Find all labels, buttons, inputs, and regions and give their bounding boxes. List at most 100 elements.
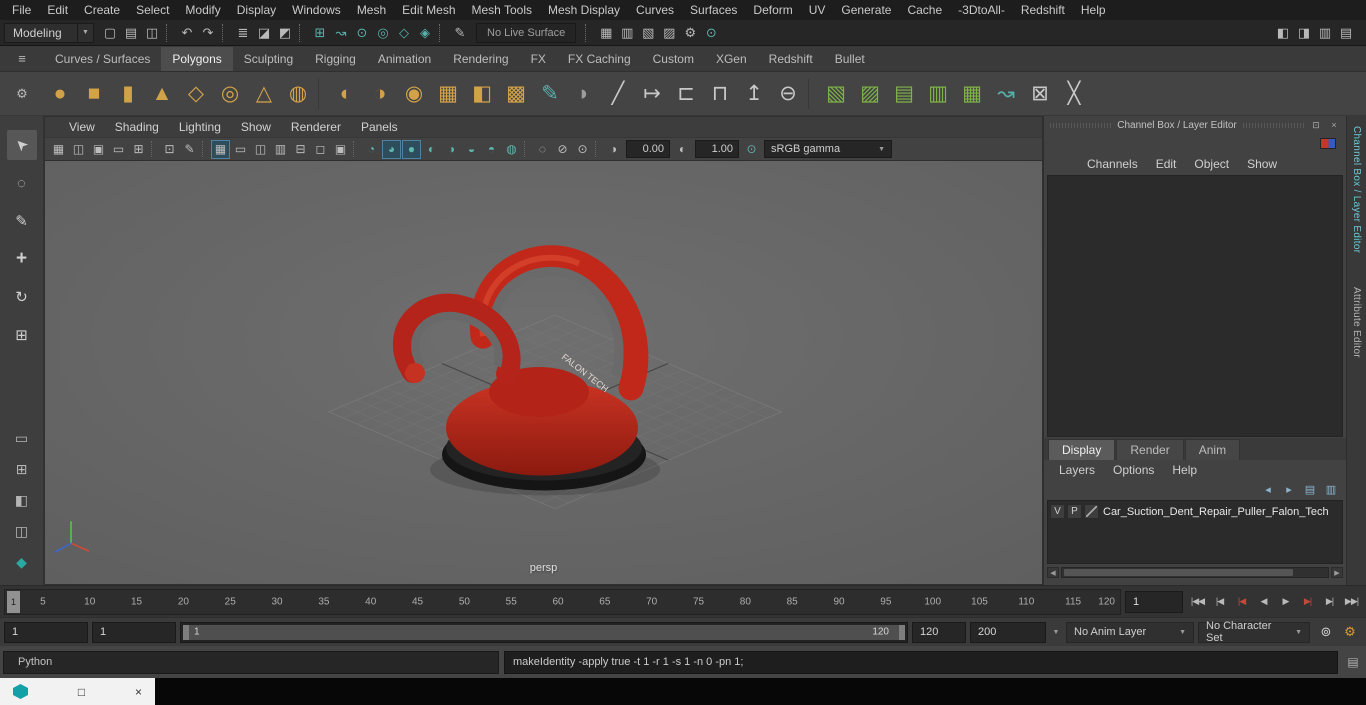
- viewport-3d-scene[interactable]: FALON TECH: [45, 161, 1042, 584]
- panel-grip[interactable]: [1242, 122, 1305, 128]
- live-surface-field[interactable]: No Live Surface: [476, 22, 577, 43]
- layer-playback-toggle[interactable]: P: [1067, 504, 1082, 519]
- poly-pyramid-icon[interactable]: △: [248, 76, 280, 112]
- menu-item[interactable]: Create: [76, 0, 128, 20]
- range-options-icon[interactable]: ▼: [1050, 629, 1062, 636]
- menu-item[interactable]: Redshift: [1013, 0, 1073, 20]
- select-by-hierarchy-icon[interactable]: ≣: [233, 23, 253, 43]
- toggle-attribute-editor-icon[interactable]: ◨: [1294, 23, 1314, 43]
- image-plane-icon[interactable]: ⊞: [129, 140, 148, 159]
- menu-item[interactable]: Windows: [284, 0, 349, 20]
- ipr-render-icon[interactable]: ▧: [638, 23, 658, 43]
- lock-camera-icon[interactable]: ◫: [69, 140, 88, 159]
- poly-pipe-icon[interactable]: ◍: [282, 76, 314, 112]
- command-result-bar[interactable]: makeIdentity -apply true -t 1 -r 1 -s 1 …: [504, 650, 1338, 674]
- safe-title-icon[interactable]: ▣: [331, 140, 350, 159]
- render-current-frame-icon[interactable]: ▥: [617, 23, 637, 43]
- menu-item[interactable]: Edit Mesh: [394, 0, 463, 20]
- channel-box-menu-item[interactable]: Show: [1238, 157, 1286, 171]
- menu-item[interactable]: Cache: [899, 0, 950, 20]
- close-window-icon[interactable]: ×: [135, 685, 142, 699]
- anim-layer-dropdown[interactable]: No Anim Layer ▼: [1066, 621, 1194, 643]
- animation-end-field[interactable]: 200: [970, 621, 1046, 643]
- paint-select-tool[interactable]: ✎: [7, 206, 37, 236]
- menu-item[interactable]: UV: [801, 0, 834, 20]
- outliner-persp-layout[interactable]: ◧: [9, 489, 35, 511]
- poly-sphere-icon[interactable]: ●: [44, 76, 76, 112]
- exposure-icon[interactable]: ◑: [604, 140, 623, 159]
- poly-disc-icon[interactable]: ◉: [398, 76, 430, 112]
- grease-pencil-icon[interactable]: ✎: [180, 140, 199, 159]
- step-forward-one-key-button[interactable]: ▶|: [1297, 591, 1318, 613]
- open-render-view-icon[interactable]: ▦: [596, 23, 616, 43]
- motion-blur-icon[interactable]: ◓: [482, 140, 501, 159]
- layer-menu-item[interactable]: Help: [1163, 463, 1206, 477]
- poly-cube-icon[interactable]: ■: [78, 76, 110, 112]
- menu-item[interactable]: Modify: [177, 0, 228, 20]
- viewport-canvas[interactable]: FALON TECH persp: [45, 161, 1042, 584]
- layer-color-swatch[interactable]: [1084, 504, 1099, 519]
- panel-header[interactable]: Channel Box / Layer Editor ⊡ ×: [1044, 116, 1346, 132]
- undo-icon[interactable]: ↶: [177, 23, 197, 43]
- new-scene-icon[interactable]: ▢: [100, 23, 120, 43]
- play-backwards-button[interactable]: ◀: [1253, 591, 1274, 613]
- select-camera-icon[interactable]: ▦: [49, 140, 68, 159]
- command-line-input[interactable]: Python: [3, 650, 499, 674]
- snap-to-curve-icon[interactable]: ↝: [331, 23, 351, 43]
- shelf-tab[interactable]: XGen: [705, 47, 758, 71]
- menu-item[interactable]: Display: [229, 0, 284, 20]
- bridge-icon[interactable]: ⊓: [704, 76, 736, 112]
- four-pane-layout[interactable]: ⊞: [9, 458, 35, 480]
- go-to-playback-end-button[interactable]: ▶▶|: [1341, 591, 1362, 613]
- step-back-one-key-button[interactable]: |◀: [1231, 591, 1252, 613]
- animation-start-field[interactable]: 1: [4, 621, 88, 643]
- menu-item[interactable]: Deform: [745, 0, 800, 20]
- gamma-field[interactable]: 1.00: [695, 140, 739, 158]
- panel-grip[interactable]: [1050, 122, 1112, 128]
- x-ray-joints-icon[interactable]: ⊙: [573, 140, 592, 159]
- scale-tool[interactable]: ⊞: [7, 320, 37, 350]
- poly-torus-icon[interactable]: ◎: [214, 76, 246, 112]
- view-transform-dropdown[interactable]: sRGB gamma ▼: [764, 140, 892, 158]
- menu-item[interactable]: Select: [128, 0, 177, 20]
- extrude-icon[interactable]: ↥: [738, 76, 770, 112]
- scrollbar-thumb[interactable]: [1064, 569, 1293, 576]
- layer-editor-tab[interactable]: Render: [1116, 439, 1184, 460]
- gamma-icon[interactable]: ◐: [673, 140, 692, 159]
- command-language-label[interactable]: Python: [18, 656, 52, 668]
- poly-cone-icon[interactable]: ▲: [146, 76, 178, 112]
- film-gate-icon[interactable]: ▭: [231, 140, 250, 159]
- animation-preferences-icon[interactable]: ⚙: [1340, 622, 1360, 642]
- go-to-playback-start-button[interactable]: |◀◀: [1187, 591, 1208, 613]
- snap-to-projected-center-icon[interactable]: ◎: [373, 23, 393, 43]
- anti-aliasing-icon[interactable]: ◍: [502, 140, 521, 159]
- render-settings-icon[interactable]: ⚙: [680, 23, 700, 43]
- auto-keyframe-icon[interactable]: ⊚: [1316, 622, 1336, 642]
- dense-plane-icon[interactable]: ▩: [500, 76, 532, 112]
- shelf-tab[interactable]: Polygons: [161, 47, 233, 71]
- close-panel-icon[interactable]: ×: [1328, 119, 1340, 131]
- playback-end-field[interactable]: 120: [912, 621, 966, 643]
- layer-editor-tab[interactable]: Anim: [1184, 439, 1241, 460]
- curve-warp-icon[interactable]: ↝: [990, 76, 1022, 112]
- color-management-icon[interactable]: ⊙: [742, 140, 761, 159]
- select-tool[interactable]: ➤: [6, 130, 37, 160]
- playback-range-slider[interactable]: 1 120: [180, 621, 908, 643]
- isolate-select-icon[interactable]: ◌: [533, 140, 552, 159]
- gate-mask-icon[interactable]: ▥: [271, 140, 290, 159]
- shelf-gear-button[interactable]: ⚙: [0, 72, 44, 115]
- wireframe-mode-icon[interactable]: ◔: [362, 140, 381, 159]
- viewport-menu-item[interactable]: Renderer: [281, 120, 351, 134]
- shadows-icon[interactable]: ◑: [442, 140, 461, 159]
- float-panel-icon[interactable]: ⊡: [1310, 119, 1322, 131]
- shelf-menu-button[interactable]: ≡: [0, 46, 44, 71]
- menu-item[interactable]: File: [4, 0, 39, 20]
- background-window-titlebar[interactable]: □ ×: [0, 678, 155, 705]
- layer-visibility-toggle[interactable]: V: [1050, 504, 1065, 519]
- open-scene-icon[interactable]: ▤: [121, 23, 141, 43]
- target-weld-icon[interactable]: ↦: [636, 76, 668, 112]
- select-layer-objects-icon[interactable]: ▸: [1280, 481, 1298, 497]
- scroll-right-icon[interactable]: ▶: [1331, 567, 1343, 578]
- shelf-tab[interactable]: Sculpting: [233, 47, 304, 71]
- shelf-tab[interactable]: Curves / Surfaces: [44, 47, 161, 71]
